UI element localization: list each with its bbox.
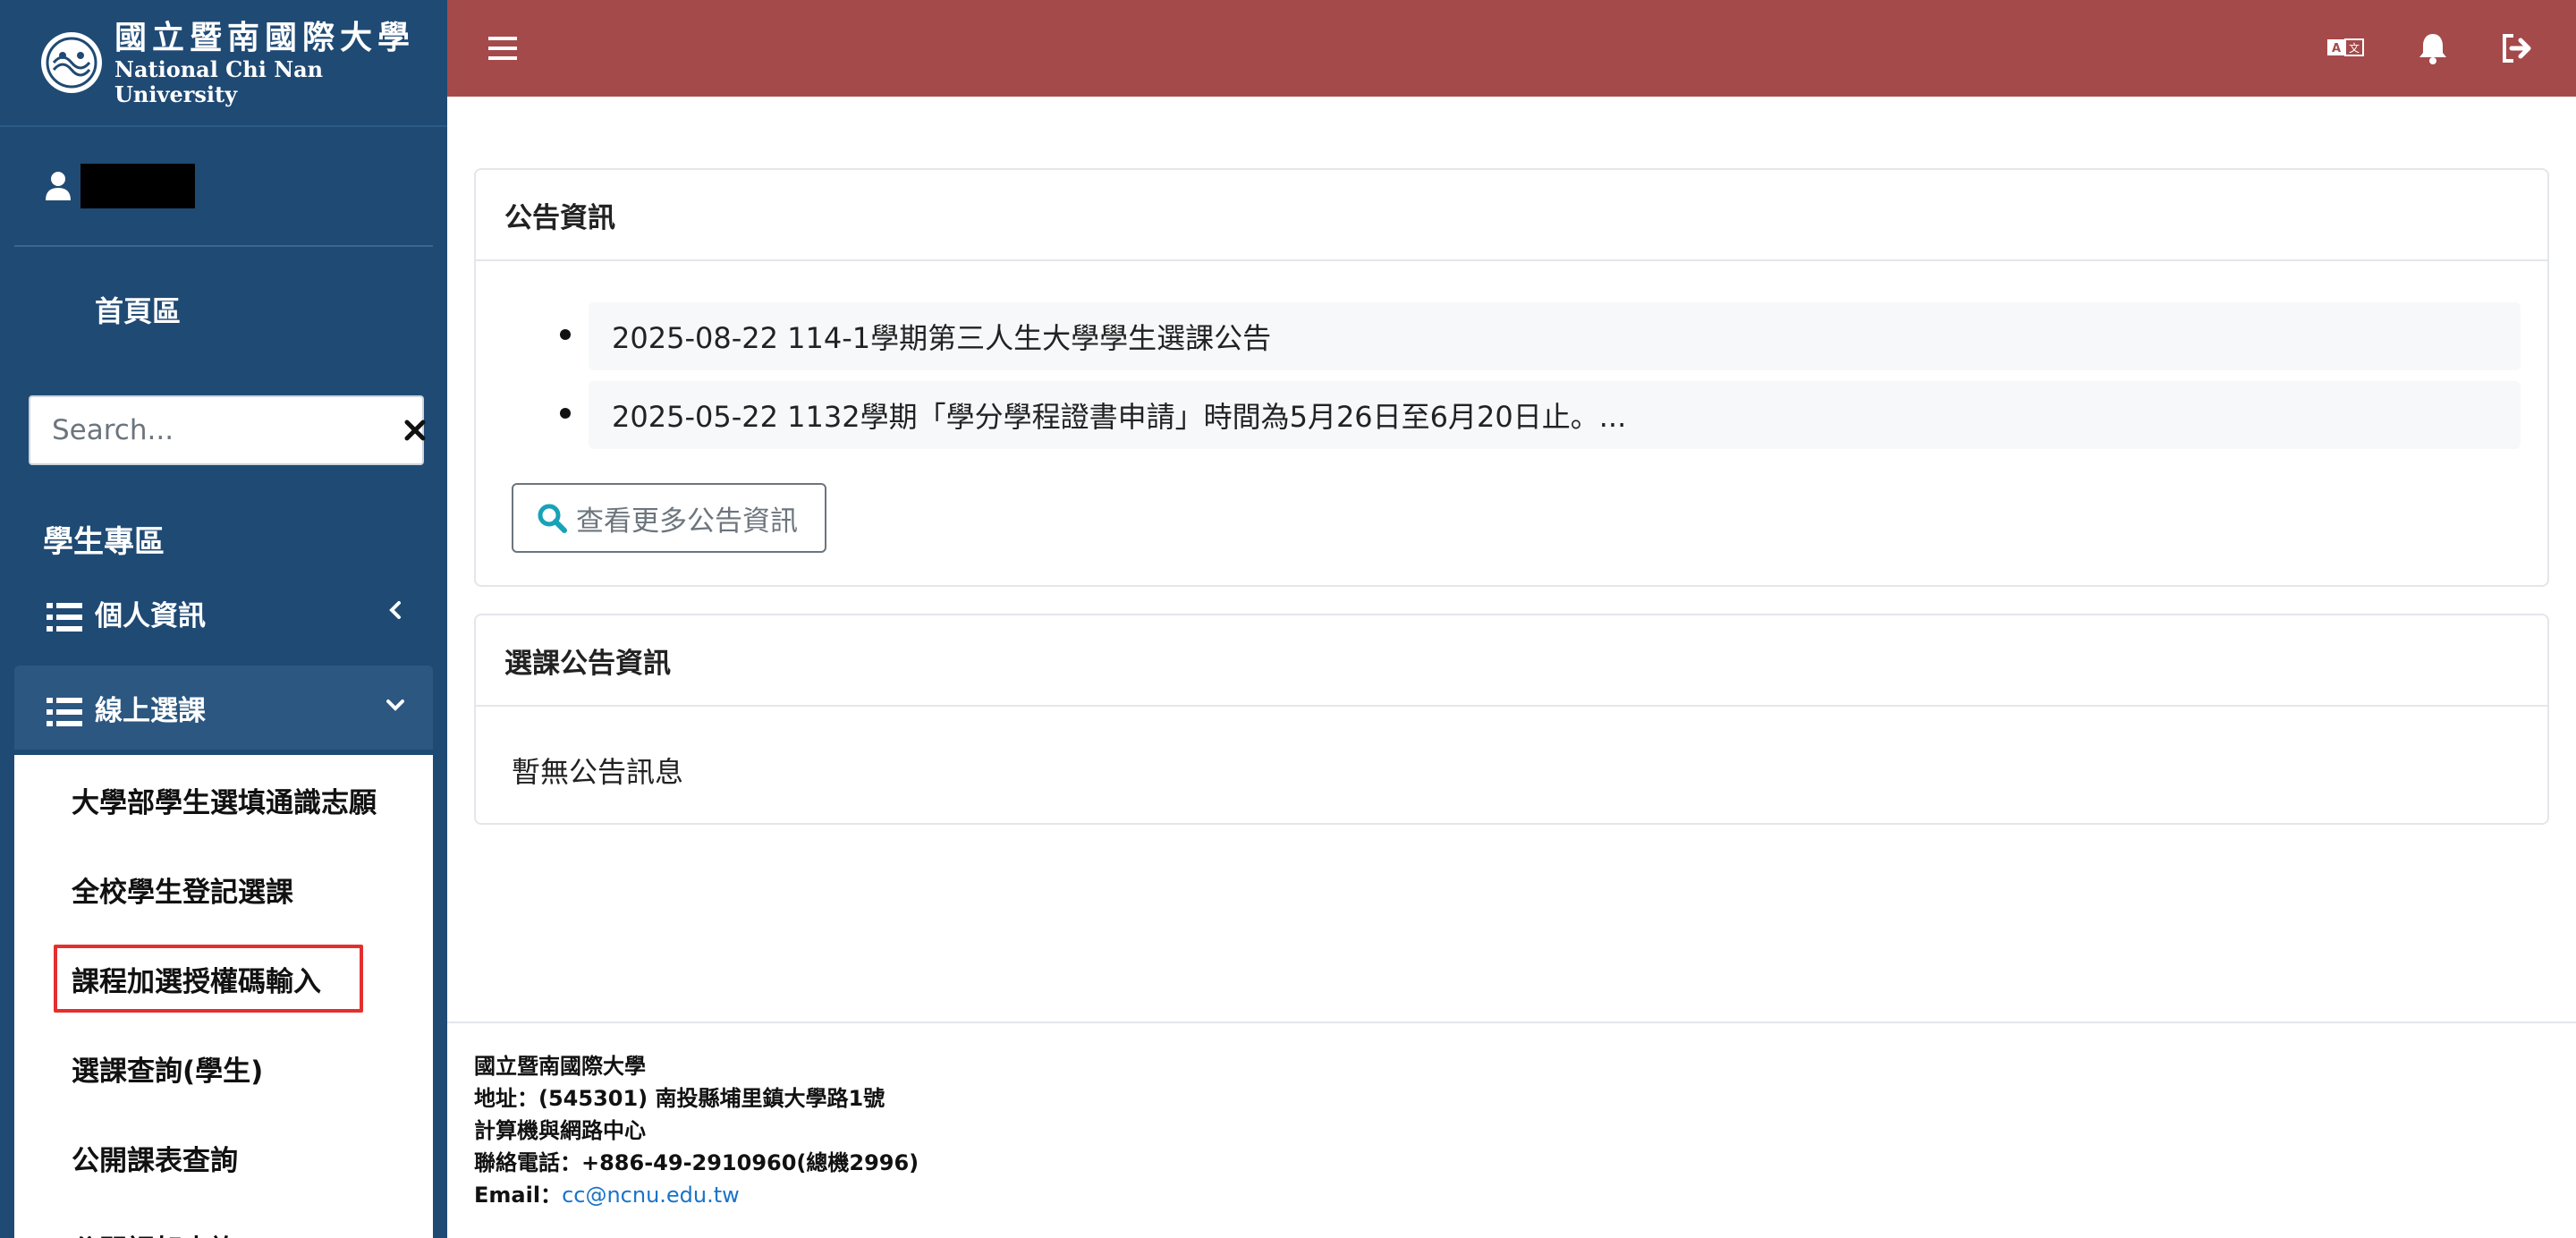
search-icon [538, 504, 567, 533]
search-input[interactable] [30, 397, 403, 463]
announcement-item[interactable]: 2025-08-22 114-1學期第三人生大學學生選課公告 [560, 302, 2521, 370]
footer: 國立暨南國際大學 地址：(545301) 南投縣埔里鎮大學路1號 計算機與網路中… [447, 1022, 2576, 1238]
submenu-item-label: 全校學生登記選課 [72, 876, 293, 909]
submenu-item-general-ed-preference[interactable]: 大學部學生選填通識志願 [14, 755, 433, 844]
course-announcement-card-title: 選課公告資訊 [476, 615, 2547, 707]
svg-text:A: A [2332, 42, 2341, 55]
announcement-card: 公告資訊 2025-08-22 114-1學期第三人生大學學生選課公告 2025… [474, 168, 2549, 587]
brand-header[interactable]: 國立暨南國際大學 National Chi Nan University [0, 0, 447, 127]
menu-icon[interactable] [485, 30, 521, 66]
submenu-item-course-registration[interactable]: 全校學生登記選課 [14, 844, 433, 934]
bullet-icon [560, 408, 571, 419]
home-link[interactable]: 首頁區 [0, 247, 447, 372]
sidebar: 國立暨南國際大學 National Chi Nan University 首頁區… [0, 0, 447, 1238]
course-announcement-card: 選課公告資訊 暫無公告訊息 [474, 614, 2549, 825]
announcement-item[interactable]: 2025-05-22 1132學期「學分學程證書申請」時間為5月26日至6月20… [560, 381, 2521, 449]
top-navbar: A 文 [447, 0, 2576, 97]
footer-phone: 聯絡電話：+886-49-2910960(總機2996) [474, 1150, 919, 1175]
user-icon [46, 172, 71, 200]
translate-icon[interactable]: A 文 [2326, 29, 2365, 68]
chevron-left-icon [389, 601, 401, 619]
bullet-icon [560, 329, 571, 340]
sidebar-item-personal-info[interactable]: 個人資訊 [14, 571, 433, 655]
empty-announcement-text: 暫無公告訊息 [512, 755, 684, 789]
footer-email-label: Email： [474, 1183, 563, 1208]
announcement-card-title: 公告資訊 [476, 170, 2547, 261]
sidebar-item-label: 個人資訊 [95, 599, 206, 632]
close-icon[interactable] [403, 397, 427, 463]
submenu-item-add-authorization-code[interactable]: 課程加選授權碼輸入 [14, 934, 433, 1023]
logout-icon[interactable] [2497, 29, 2537, 68]
redacted-username [80, 164, 195, 208]
submenu-item-label: 大學部學生選填通識志願 [72, 786, 377, 819]
submenu-item-label: 公開課表查詢 [72, 1144, 238, 1177]
more-announcements-label: 查看更多公告資訊 [576, 505, 798, 538]
svg-text:文: 文 [2349, 41, 2360, 55]
announcement-item-text: 2025-05-22 1132學期「學分學程證書申請」時間為5月26日至6月20… [612, 400, 1627, 434]
sidebar-item-online-course[interactable]: 線上選課 [14, 666, 433, 750]
brand-name-zh: 國立暨南國際大學 [114, 19, 416, 56]
sidebar-item-label: 線上選課 [95, 694, 206, 727]
announcement-item-text: 2025-08-22 114-1學期第三人生大學學生選課公告 [612, 321, 1272, 355]
chevron-down-icon [386, 700, 404, 711]
submenu-item-label: 課程加選授權碼輸入 [72, 965, 321, 998]
list-icon [47, 603, 82, 632]
footer-email-link[interactable]: cc@ncnu.edu.tw [562, 1183, 740, 1208]
brand-name-en: National Chi Nan University [114, 56, 324, 107]
submenu-item-course-query-student[interactable]: 選課查詢(學生) [14, 1023, 433, 1113]
brand-text: 國立暨南國際大學 National Chi Nan University [114, 18, 447, 107]
list-icon [47, 698, 82, 726]
footer-email-row: Email：cc@ncnu.edu.tw [474, 1179, 2576, 1211]
footer-address: 地址：(545301) 南投縣埔里鎮大學路1號 [474, 1086, 886, 1111]
submenu-item-public-timetable[interactable]: 公開課表查詢 [14, 1113, 433, 1202]
more-announcements-button[interactable]: 查看更多公告資訊 [512, 483, 826, 553]
footer-university-name: 國立暨南國際大學 [474, 1054, 646, 1079]
footer-unit: 計算機與網路中心 [474, 1118, 646, 1143]
user-row[interactable] [14, 127, 433, 247]
section-title-student: 學生專區 [43, 524, 165, 560]
submenu-item-label: 公開課架查詢 [72, 1227, 238, 1238]
university-logo-icon [41, 32, 102, 93]
bell-icon[interactable] [2413, 29, 2453, 68]
submenu-item-public-course-shelf[interactable]: 公開課架查詢 [14, 1202, 433, 1238]
submenu-item-label: 選課查詢(學生) [72, 1055, 264, 1088]
submenu-online-course: 大學部學生選填通識志願 全校學生登記選課 課程加選授權碼輸入 選課查詢(學生) … [14, 755, 433, 1238]
sidebar-search [29, 395, 427, 465]
